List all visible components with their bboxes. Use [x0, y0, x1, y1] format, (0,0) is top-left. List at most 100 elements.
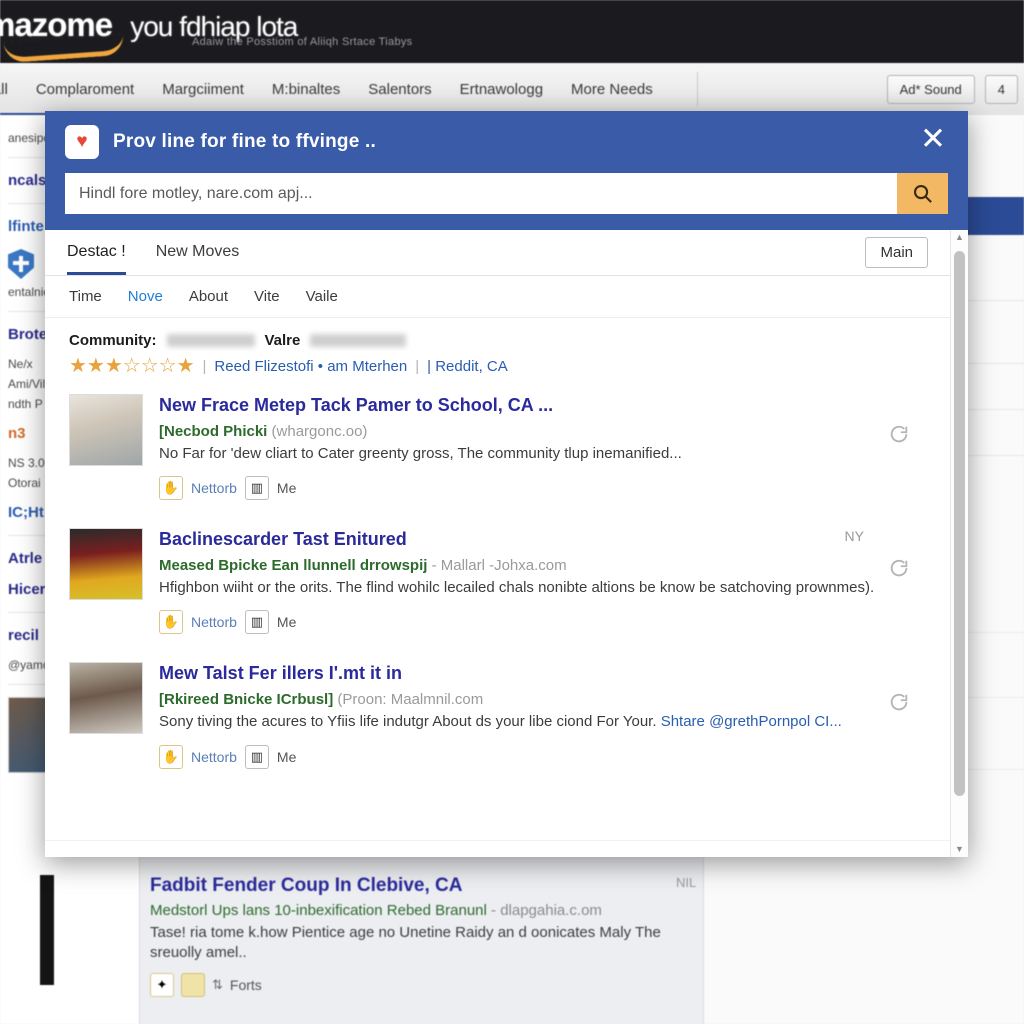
- result-url-text: Medstorl Ups lans 10-inbexification Rebe…: [150, 902, 487, 919]
- meta-source[interactable]: Reed Flizestofi • am Mterhen: [214, 358, 407, 375]
- tab-new-moves[interactable]: New Moves: [156, 230, 240, 275]
- subtab-nove[interactable]: Nove: [128, 288, 163, 305]
- meta-separator-2: |: [415, 357, 420, 375]
- avatar-group-2: [69, 528, 143, 601]
- site-navbar: ciall Complaroment Margciiment M:binalte…: [0, 63, 1024, 116]
- modal-scrollbar[interactable]: ▲ ▼: [950, 230, 968, 857]
- community-label: Community:: [69, 332, 157, 349]
- nav-extra-button[interactable]: 4: [984, 74, 1018, 104]
- result-snippet-text: Sony tiving the acures to Yfiis life ind…: [159, 712, 657, 730]
- modal-footer: [45, 840, 950, 857]
- reply-icon[interactable]: [888, 558, 910, 580]
- result-author-domain: (Proon: Maalmnil.com: [337, 690, 484, 708]
- result-title[interactable]: Mew Talst Fer illers I'.mt it in: [159, 662, 926, 685]
- value-label: Valre: [264, 332, 301, 349]
- result-item[interactable]: New Frace Metep Tack Pamer to School, CA…: [45, 376, 950, 510]
- result-author-domain: - Mallarl -Johxa.com: [431, 556, 567, 574]
- upvote-icon[interactable]: ✋: [159, 610, 183, 635]
- reply-icon[interactable]: [888, 692, 910, 714]
- result-author-domain: (whargonc.oo): [271, 422, 368, 440]
- badge-icon[interactable]: [181, 972, 205, 997]
- result-url-domain: - dlapgahia.c.om: [491, 902, 602, 919]
- nav-divider: [696, 72, 698, 106]
- nav-item-5[interactable]: Ertnawologg: [460, 81, 543, 98]
- comment-icon[interactable]: ▥: [244, 744, 269, 769]
- redacted-value-2: [310, 334, 407, 347]
- result-author: Meased Bpicke Ean llunnell drrowspij - M…: [159, 557, 926, 574]
- nav-item-2[interactable]: Margciiment: [162, 81, 244, 98]
- result-snippet: Hfighbon wiiht or the orits. The flind w…: [159, 578, 875, 596]
- result-author: [Necbod Phicki (whargonc.oo): [159, 423, 926, 440]
- site-topbar: mazome you fdhiap lota Adaiw the Posstio…: [0, 0, 1024, 63]
- action-label-me[interactable]: Me: [277, 480, 296, 496]
- result-item[interactable]: Mew Talst Fer illers I'.mt it in [Rkiree…: [45, 644, 950, 778]
- nav-item-3[interactable]: M:binaltes: [272, 81, 340, 98]
- result-snippet: No Far for 'dew cliart to Cater greenty …: [159, 444, 682, 462]
- search-modal: ♥ Prov line for fine to ffvinge .. ✕ Des…: [45, 111, 968, 857]
- modal-results-scroll-area: Community: Valre ★★★☆☆☆★ | Reed Flizesto…: [45, 318, 950, 840]
- site-tagline: Adaiw the Posstiom of Aliiqh Srtace Tiab…: [192, 36, 413, 48]
- modal-subtabs: Time Nove About Vite Vaile: [45, 276, 950, 318]
- result-snippet: Tase! ria tome k.how Pientice age no Une…: [150, 924, 661, 962]
- site-logo[interactable]: mazome you fdhiap lota: [0, 6, 298, 63]
- result-actions: ✋ Nettorb ▥ Me: [159, 476, 926, 501]
- search-button[interactable]: [897, 173, 948, 214]
- result-actions: ✋ Nettorb ▥ Me: [159, 744, 926, 769]
- action-label-me[interactable]: Me: [277, 614, 296, 630]
- add-sound-button[interactable]: Ad* Sound: [886, 74, 975, 104]
- main-button[interactable]: Main: [865, 237, 928, 268]
- nav-item-1[interactable]: Complaroment: [36, 81, 134, 98]
- action-label-nettorb[interactable]: Nettorb: [191, 614, 237, 630]
- subtab-vite[interactable]: Vite: [254, 288, 280, 305]
- page-edge-shadow: [40, 875, 54, 985]
- scrollbar-track[interactable]: [951, 245, 968, 842]
- action-label-nettorb[interactable]: Nettorb: [191, 749, 237, 765]
- upvote-icon[interactable]: ✋: [159, 744, 183, 769]
- chevron-up-icon[interactable]: ▲: [955, 230, 964, 245]
- heart-icon: ♥: [65, 125, 99, 159]
- upvote-icon[interactable]: ✋: [159, 476, 183, 501]
- result-corner-note: NY: [844, 528, 864, 545]
- meta-separator: |: [202, 357, 207, 375]
- avatar-person-3: [69, 662, 143, 735]
- comment-icon[interactable]: ▥: [244, 476, 269, 501]
- redacted-value-1: [166, 334, 255, 347]
- chevron-down-icon[interactable]: ▼: [955, 842, 964, 857]
- meta-location[interactable]: | Reddit, CA: [427, 358, 508, 375]
- subtab-time[interactable]: Time: [69, 288, 102, 305]
- avatar-person-1: [69, 394, 143, 466]
- nav-item-0[interactable]: ciall: [0, 81, 8, 98]
- shield-icon: [8, 249, 34, 279]
- award-icon[interactable]: ✦: [150, 972, 174, 997]
- search-input[interactable]: [65, 173, 897, 214]
- close-icon[interactable]: ✕: [916, 123, 950, 157]
- modal-tabs: Destac ! New Moves Main: [45, 230, 950, 276]
- result-actions: ✦ ⇅ Forts: [150, 972, 710, 997]
- nav-item-6[interactable]: More Needs: [571, 81, 653, 98]
- scrollbar-thumb[interactable]: [954, 251, 965, 796]
- modal-header: ♥ Prov line for fine to ffvinge .. ✕: [45, 111, 968, 230]
- tab-destac[interactable]: Destac !: [67, 230, 126, 275]
- result-author-name: [Necbod Phicki: [159, 422, 268, 440]
- result-title[interactable]: Baclinescarder Tast Enitured: [159, 528, 926, 551]
- result-action-icon: ⇅: [212, 976, 223, 992]
- background-search-result[interactable]: Fadbit Fender Coup In Clebive, CA Medsto…: [150, 875, 710, 997]
- action-label-nettorb[interactable]: Nettorb: [191, 480, 237, 496]
- result-author-name: Meased Bpicke Ean llunnell drrowspij: [159, 556, 428, 574]
- result-title[interactable]: Fadbit Fender Coup In Clebive, CA: [150, 875, 710, 897]
- action-label-me[interactable]: Me: [277, 749, 296, 765]
- result-item[interactable]: Baclinescarder Tast Enitured Meased Bpic…: [45, 510, 950, 644]
- result-snippet: Sony tiving the acures to Yfiis life ind…: [159, 712, 926, 733]
- result-title[interactable]: New Frace Metep Tack Pamer to School, CA…: [159, 394, 926, 417]
- search-icon: [913, 184, 932, 203]
- subtab-about[interactable]: About: [189, 288, 228, 305]
- result-snippet-link[interactable]: Shtare @grethPornpol CI...: [661, 713, 842, 730]
- result-actions: ✋ Nettorb ▥ Me: [159, 610, 926, 635]
- star-rating: ★★★☆☆☆★: [69, 355, 195, 377]
- reply-icon[interactable]: [888, 424, 910, 446]
- comment-icon[interactable]: ▥: [244, 610, 269, 635]
- modal-search-bar: [65, 173, 948, 214]
- nav-item-4[interactable]: Salentors: [368, 81, 431, 98]
- result-action-label[interactable]: Forts: [230, 977, 262, 993]
- subtab-vaile[interactable]: Vaile: [306, 288, 338, 305]
